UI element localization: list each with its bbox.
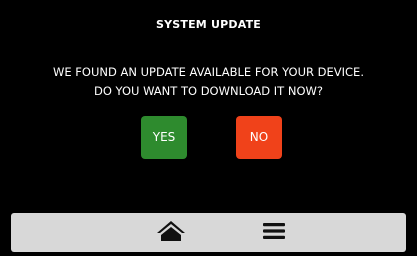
menu-button[interactable] — [252, 213, 296, 252]
menu-icon — [262, 222, 286, 244]
dialog-message: WE FOUND AN UPDATE AVAILABLE FOR YOUR DE… — [0, 63, 417, 101]
yes-button[interactable]: YES — [141, 116, 187, 159]
dialog-title: SYSTEM UPDATE — [155, 18, 261, 31]
home-icon — [156, 220, 186, 246]
bottom-navbar — [11, 213, 406, 252]
message-line-2: DO YOU WANT TO DOWNLOAD IT NOW? — [93, 84, 323, 98]
home-button[interactable] — [149, 213, 193, 252]
screen: SYSTEM UPDATE WE FOUND AN UPDATE AVAILAB… — [0, 0, 417, 256]
no-button[interactable]: NO — [236, 116, 282, 159]
message-line-1: WE FOUND AN UPDATE AVAILABLE FOR YOUR DE… — [53, 65, 364, 79]
